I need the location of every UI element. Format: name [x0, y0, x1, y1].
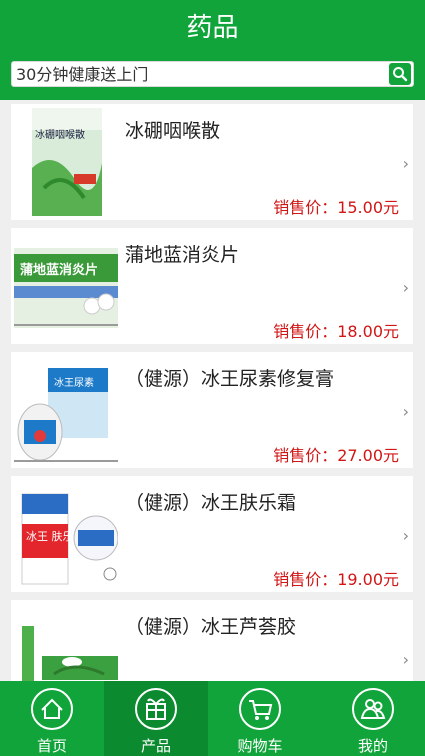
product-card[interactable]: 冰王 肤乐霜 （健源）冰王肤乐霜 › 销售价：19.00元 — [11, 476, 413, 592]
product-image — [14, 604, 118, 681]
gift-icon — [135, 688, 177, 730]
box-text: 冰王尿素 — [54, 376, 94, 389]
product-card[interactable]: 冰硼咽喉散 冰硼咽喉散 › 销售价：15.00元 — [11, 104, 413, 220]
tab-mine[interactable]: 我的 — [321, 681, 425, 756]
product-image: 冰硼咽喉散 — [14, 108, 118, 218]
product-name: 冰硼咽喉散 — [125, 120, 221, 142]
product-card[interactable]: 冰王尿素 （健源）冰王尿素修复膏 › 销售价：27.00元 — [11, 352, 413, 468]
product-image: 蒲地蓝消炎片 — [14, 232, 118, 342]
tab-products[interactable]: 产品 — [104, 681, 208, 756]
search-input[interactable] — [14, 63, 384, 85]
tab-label: 首页 — [36, 737, 67, 755]
page-title: 药品 — [186, 13, 239, 43]
product-name: （健源）冰王肤乐霜 — [125, 492, 297, 514]
tab-label: 产品 — [140, 737, 171, 755]
chevron-right-icon: › — [402, 154, 409, 173]
chevron-right-icon: › — [402, 650, 409, 669]
search-button[interactable] — [389, 63, 411, 85]
chevron-right-icon: › — [402, 278, 409, 297]
user-icon — [352, 688, 394, 730]
product-image: 冰王尿素 — [14, 356, 118, 466]
product-name: 蒲地蓝消炎片 — [125, 244, 240, 266]
tab-label: 我的 — [357, 737, 388, 755]
home-icon — [31, 688, 73, 730]
product-image: 冰王 肤乐霜 — [14, 480, 118, 590]
search-bar[interactable] — [11, 61, 414, 87]
search-icon — [393, 67, 408, 82]
product-name: （健源）冰王尿素修复膏 — [125, 368, 335, 390]
chevron-right-icon: › — [402, 526, 409, 545]
product-card[interactable]: （健源）冰王芦荟胶 › — [11, 600, 413, 681]
bottom-tab-bar: 首页 产品 购物车 我的 — [0, 681, 425, 756]
product-price: 销售价：15.00元 — [273, 198, 399, 217]
tab-home[interactable]: 首页 — [0, 681, 104, 756]
product-price: 销售价：27.00元 — [273, 446, 399, 465]
box-text: 冰硼咽喉散 — [35, 128, 85, 141]
tab-label: 购物车 — [237, 737, 283, 755]
app-header: 药品 — [0, 0, 425, 100]
product-name: （健源）冰王芦荟胶 — [125, 616, 297, 638]
cart-icon — [239, 688, 281, 730]
tab-cart[interactable]: 购物车 — [208, 681, 312, 756]
chevron-right-icon: › — [402, 402, 409, 421]
product-price: 销售价：19.00元 — [273, 570, 399, 589]
product-price: 销售价：18.00元 — [273, 322, 399, 341]
product-list: 冰硼咽喉散 冰硼咽喉散 › 销售价：15.00元 蒲地蓝消炎片 蒲地蓝消炎片 › — [0, 100, 425, 681]
box-text: 蒲地蓝消炎片 — [20, 262, 98, 278]
product-card[interactable]: 蒲地蓝消炎片 蒲地蓝消炎片 › 销售价：18.00元 — [11, 228, 413, 344]
